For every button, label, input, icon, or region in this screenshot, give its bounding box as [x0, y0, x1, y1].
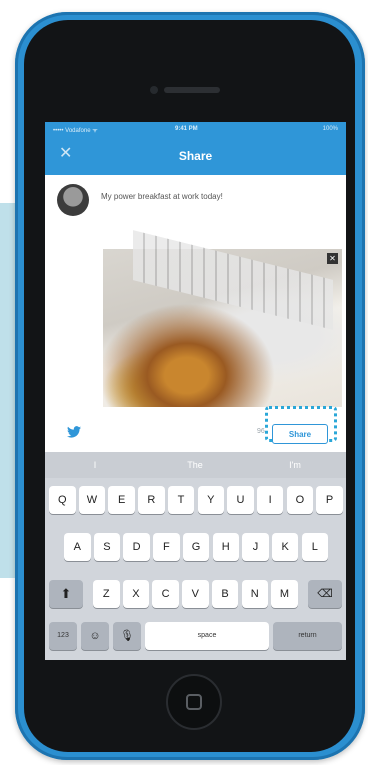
letter-key[interactable]: Y — [197, 486, 224, 514]
return-key[interactable]: return — [273, 622, 342, 650]
letter-key[interactable]: J — [242, 533, 269, 561]
numbers-key[interactable]: 123 — [49, 622, 77, 650]
letter-key[interactable]: R — [138, 486, 165, 514]
letter-key[interactable]: T — [167, 486, 195, 514]
letter-key[interactable]: S — [93, 533, 121, 561]
avatar — [57, 184, 89, 216]
shift-key[interactable]: ⬆ — [49, 580, 83, 608]
page-title: Share — [178, 149, 213, 163]
character-count: 96 — [257, 428, 265, 435]
share-button[interactable]: Share — [272, 424, 328, 444]
letter-key[interactable]: M — [271, 580, 298, 608]
battery-label: 100% — [322, 126, 338, 132]
backspace-key[interactable]: ⌫ — [308, 580, 342, 608]
status-bar: ••••• Vodafone ᯤ 9:41 PM 100% — [45, 126, 346, 138]
letter-key[interactable]: K — [271, 533, 299, 561]
letter-key[interactable]: G — [182, 533, 210, 561]
letter-key[interactable]: B — [211, 580, 239, 608]
home-button-icon — [186, 694, 202, 710]
microphone-key[interactable]: 🎙 — [113, 622, 141, 650]
letter-key[interactable]: E — [108, 486, 135, 514]
suggestion-item[interactable]: I — [45, 460, 145, 470]
twitter-icon[interactable] — [67, 426, 81, 438]
home-button[interactable] — [166, 674, 222, 730]
letter-key[interactable]: U — [227, 486, 254, 514]
letter-key[interactable]: D — [123, 533, 150, 561]
space-key[interactable]: space — [145, 622, 269, 650]
remove-photo-icon[interactable]: ✕ — [327, 253, 338, 264]
suggestion-item[interactable]: The — [145, 460, 245, 470]
letter-key[interactable]: N — [241, 580, 268, 608]
letter-key[interactable]: O — [286, 486, 314, 514]
message-text[interactable]: My power breakfast at work today! — [101, 192, 223, 201]
letter-key[interactable]: X — [122, 580, 150, 608]
letter-key[interactable]: I — [256, 486, 284, 514]
status-time: 9:41 PM — [175, 126, 198, 132]
carrier-label: ••••• Vodafone ᯤ — [53, 128, 98, 134]
letter-key[interactable]: A — [64, 533, 91, 561]
attached-photo: ✕ — [103, 230, 342, 407]
letter-key[interactable]: C — [152, 580, 179, 608]
letter-key[interactable]: H — [212, 533, 239, 561]
letter-key[interactable]: Z — [93, 580, 120, 608]
on-screen-keyboard: I The I'm QWERTYUIOP ASDFGHJKL ZXCVBNM ⬆… — [45, 452, 346, 660]
letter-key[interactable]: L — [301, 533, 329, 561]
letter-key[interactable]: V — [182, 580, 209, 608]
earpiece — [164, 87, 220, 93]
front-camera — [150, 86, 158, 94]
letter-key[interactable]: W — [78, 486, 106, 514]
navigation-bar: ••••• Vodafone ᯤ 9:41 PM 100% ✕ Share — [45, 122, 346, 175]
photo-keyboard-detail — [133, 230, 333, 330]
letter-key[interactable]: F — [153, 533, 180, 561]
suggestion-bar: I The I'm — [45, 452, 346, 478]
phone-screen: ••••• Vodafone ᯤ 9:41 PM 100% ✕ Share My… — [45, 122, 346, 660]
letter-key[interactable]: P — [316, 486, 343, 514]
emoji-key[interactable]: ☺ — [81, 622, 109, 650]
suggestion-item[interactable]: I'm — [245, 460, 345, 470]
letter-key[interactable]: Q — [49, 486, 76, 514]
